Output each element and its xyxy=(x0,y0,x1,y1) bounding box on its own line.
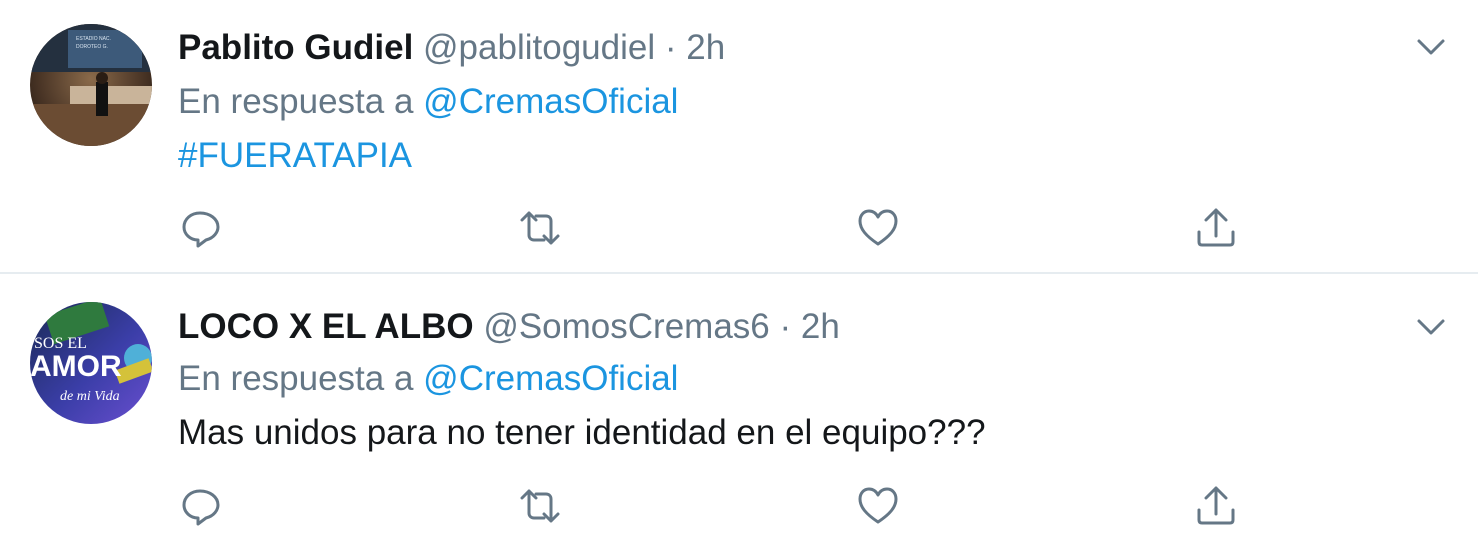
user-handle[interactable]: @SomosCremas6 xyxy=(483,307,769,346)
reply-icon xyxy=(182,211,220,248)
like-button[interactable] xyxy=(854,482,902,530)
share-button[interactable] xyxy=(1192,482,1240,530)
share-button[interactable] xyxy=(1192,204,1240,252)
avatar-text: AMOR xyxy=(30,350,122,383)
retweet-icon xyxy=(520,211,560,245)
display-name[interactable]: LOCO X EL ALBO xyxy=(178,307,474,346)
heart-icon xyxy=(858,487,898,524)
tweet-actions xyxy=(0,482,1478,530)
share-icon xyxy=(1197,208,1235,247)
separator: · xyxy=(779,307,792,346)
reply-mention-link[interactable]: @CremasOficial xyxy=(423,359,678,398)
heart-icon xyxy=(858,209,898,246)
reply-icon xyxy=(182,489,220,526)
timestamp[interactable]: 2h xyxy=(686,28,725,67)
like-button[interactable] xyxy=(854,204,902,252)
retweet-icon xyxy=(520,489,560,523)
hashtag-link[interactable]: #FUERATAPIA xyxy=(178,134,412,178)
avatar[interactable]: ESTADIO NAC. DOROTEO G. xyxy=(30,24,152,146)
tweet-actions xyxy=(0,204,1478,252)
tweet-text: Mas unidos para no tener identidad en el… xyxy=(178,413,986,452)
timestamp[interactable]: 2h xyxy=(801,307,840,346)
tweet[interactable]: SOS EL AMOR de mi Vida LOCO X EL ALBO @S… xyxy=(0,276,1478,546)
chevron-down-icon[interactable] xyxy=(1414,30,1448,64)
reply-context: En respuesta a @CremasOficial xyxy=(178,80,678,124)
avatar[interactable]: SOS EL AMOR de mi Vida xyxy=(30,302,152,424)
reply-prefix: En respuesta a xyxy=(178,82,414,121)
avatar-text: DOROTEO G. xyxy=(76,44,108,50)
retweet-button[interactable] xyxy=(516,482,564,530)
tweet-header: LOCO X EL ALBO @SomosCremas6 · 2h xyxy=(178,305,840,349)
avatar-text: ESTADIO NAC. xyxy=(76,36,111,42)
retweet-button[interactable] xyxy=(516,204,564,252)
user-handle[interactable]: @pablitogudiel xyxy=(423,28,655,67)
chevron-down-icon[interactable] xyxy=(1414,310,1448,344)
separator: · xyxy=(664,28,677,67)
tweet[interactable]: ESTADIO NAC. DOROTEO G. Pablito Gudiel @… xyxy=(0,0,1478,274)
share-icon xyxy=(1197,486,1235,525)
avatar-text: de mi Vida xyxy=(60,389,120,404)
reply-button[interactable] xyxy=(176,204,224,252)
display-name[interactable]: Pablito Gudiel xyxy=(178,28,413,67)
tweet-header: Pablito Gudiel @pablitogudiel · 2h xyxy=(178,26,725,70)
reply-button[interactable] xyxy=(176,482,224,530)
reply-mention-link[interactable]: @CremasOficial xyxy=(423,82,678,121)
reply-prefix: En respuesta a xyxy=(178,359,414,398)
reply-context: En respuesta a @CremasOficial xyxy=(178,357,678,401)
